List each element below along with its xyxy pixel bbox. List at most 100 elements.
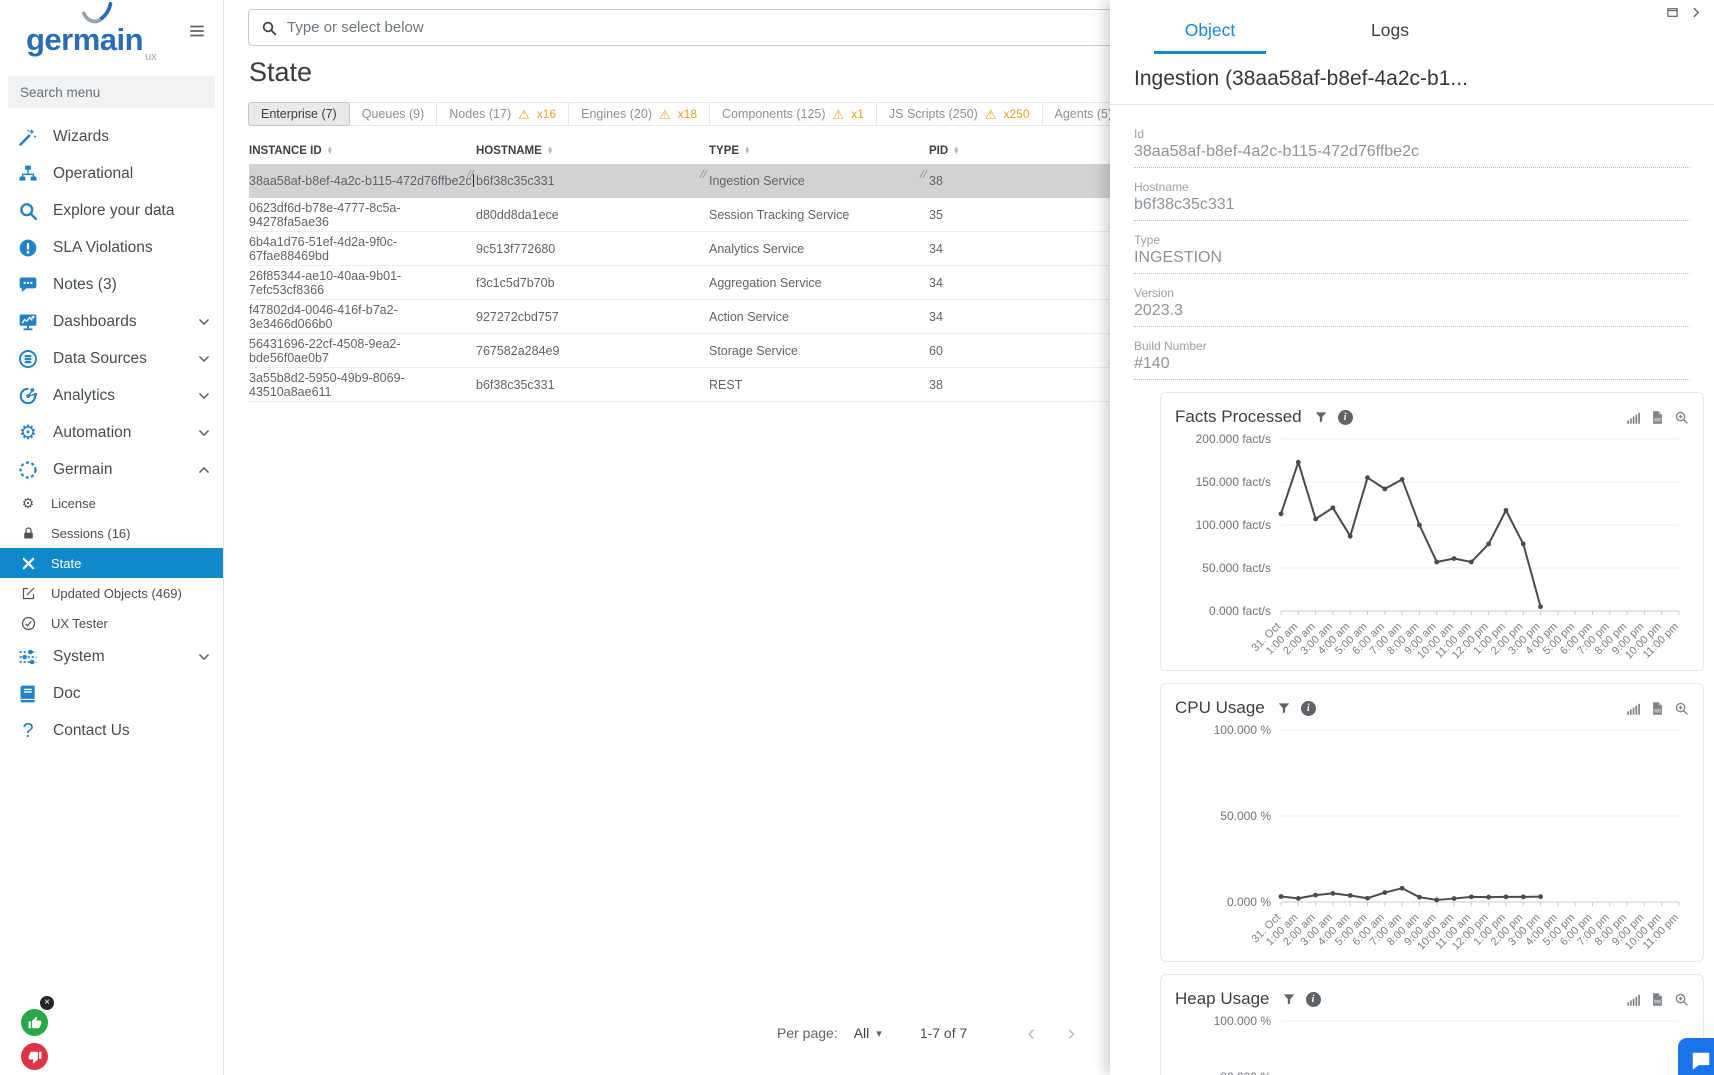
table-row[interactable]: f47802d4-0046-416f-b7a2-3e3466d066b09272… <box>249 300 1229 334</box>
csv-file-icon[interactable] <box>1650 992 1665 1007</box>
cell-type: REST <box>709 378 929 392</box>
alert-circle-icon <box>18 238 38 258</box>
tab-nodes-17[interactable]: Nodes (17)⚠x16 <box>436 102 569 126</box>
filter-icon[interactable] <box>1277 701 1291 715</box>
panel-tab-logs[interactable]: Logs <box>1334 12 1446 54</box>
prev-page-button[interactable]: ‹ <box>1011 1022 1051 1044</box>
feedback-close-icon[interactable]: × <box>40 996 54 1010</box>
filter-icon[interactable] <box>1314 410 1328 424</box>
sidebar-item-state[interactable]: State <box>0 548 223 578</box>
per-page-value: All <box>854 1025 870 1041</box>
sidebar-item-wizards[interactable]: Wizards <box>0 118 223 155</box>
sidebar-item-analytics[interactable]: Analytics <box>0 377 223 414</box>
sidebar-item-data-sources[interactable]: Data Sources <box>0 340 223 377</box>
field-id: Id38aa58af-b8ef-4a2c-b115-472d76ffbe2c <box>1134 127 1690 168</box>
next-page-button[interactable]: › <box>1051 1022 1091 1044</box>
sidebar-search-input[interactable] <box>8 76 215 108</box>
chart-card-facts-processed: Facts Processedi200.000 fact/s150.000 fa… <box>1160 392 1704 671</box>
info-icon[interactable]: i <box>1306 992 1321 1007</box>
tab-js-scripts-250[interactable]: JS Scripts (250)⚠x250 <box>876 102 1043 126</box>
sort-icon[interactable]: ▲▼ <box>953 147 959 156</box>
table-row[interactable]: 26f85344-ae10-40aa-9b01-7efc53cf8366f3c1… <box>249 266 1229 300</box>
bar-chart-icon[interactable] <box>1626 701 1641 716</box>
tools-icon <box>21 556 36 571</box>
panel-tabs: Object Logs <box>1110 0 1714 54</box>
tab-components-125[interactable]: Components (125)⚠x1 <box>709 102 877 126</box>
chart-actions <box>1626 701 1689 716</box>
tab-engines-20[interactable]: Engines (20)⚠x18 <box>568 102 710 126</box>
csv-file-icon[interactable] <box>1650 410 1665 425</box>
sidebar-item-notes-3[interactable]: Notes (3) <box>0 266 223 303</box>
table-row[interactable]: 0623df6d-b78e-4777-8c5a-94278fa5ae36d80d… <box>249 198 1229 232</box>
collapse-panel-icon[interactable] <box>1689 6 1702 19</box>
sort-icon[interactable]: ▲▼ <box>744 147 750 156</box>
panel-window-controls <box>1666 6 1702 19</box>
zoom-in-icon[interactable] <box>1674 992 1689 1007</box>
filter-icon[interactable] <box>1282 992 1296 1006</box>
chart-header: CPU Usagei <box>1175 696 1689 720</box>
chart-title: Heap Usage <box>1175 989 1270 1009</box>
warning-icon: ⚠ <box>659 108 671 121</box>
sidebar-item-contact-us[interactable]: ?Contact Us <box>0 712 223 749</box>
table-row[interactable]: 56431696-22cf-4508-9ea2-bde56f0ae0b77675… <box>249 334 1229 368</box>
chart-actions <box>1626 992 1689 1007</box>
tab-queues-9[interactable]: Queues (9) <box>349 102 438 126</box>
zoom-in-icon[interactable] <box>1674 410 1689 425</box>
panel-tab-object[interactable]: Object <box>1154 12 1266 54</box>
sidebar-item-label: Sessions (16) <box>51 526 130 541</box>
table-row[interactable]: 6b4a1d76-51ef-4d2a-9f0c-67fae88469bd9c51… <box>249 232 1229 266</box>
sidebar-item-explore-your-data[interactable]: Explore your data <box>0 192 223 229</box>
field-version: Version2023.3 <box>1134 286 1690 327</box>
bar-chart-icon[interactable] <box>1626 410 1641 425</box>
cell-hostname: d80dd8da1ece <box>476 208 709 222</box>
chevron-up-icon <box>197 463 211 477</box>
cell-hostname: 927272cbd757 <box>476 310 709 324</box>
cell-hostname: 9c513f772680 <box>476 242 709 256</box>
thumbs-up-button[interactable] <box>21 1009 48 1036</box>
cell-hostname: 767582a284e9 <box>476 344 709 358</box>
book-icon <box>18 684 38 704</box>
sidebar-item-sessions-16[interactable]: Sessions (16) <box>0 518 223 548</box>
sort-icon[interactable]: ▲▼ <box>547 147 553 156</box>
sidebar-item-label: License <box>51 496 96 511</box>
svg-text:150.000 fact/s: 150.000 fact/s <box>1196 475 1271 489</box>
column-resize-handle-icon[interactable] <box>699 169 708 181</box>
sidebar-item-updated-objects-469[interactable]: Updated Objects (469) <box>0 578 223 608</box>
hamburger-menu-icon[interactable] <box>187 22 207 40</box>
chat-launcher-button[interactable] <box>1678 1038 1714 1075</box>
comment-icon <box>18 275 38 295</box>
sidebar-item-operational[interactable]: Operational <box>0 155 223 192</box>
column-header-hostname[interactable]: HOSTNAME▲▼ <box>476 145 709 157</box>
sidebar-item-ux-tester[interactable]: UX Tester <box>0 608 223 638</box>
field-label: Id <box>1134 127 1690 141</box>
column-resize-handle-icon[interactable] <box>466 169 475 181</box>
column-header-type[interactable]: TYPE▲▼ <box>709 145 929 157</box>
info-icon[interactable]: i <box>1338 410 1353 425</box>
zoom-in-icon[interactable] <box>1674 701 1689 716</box>
column-resize-handle-icon[interactable] <box>919 169 928 181</box>
sidebar-item-system[interactable]: System <box>0 638 223 675</box>
sidebar-item-license[interactable]: ⚙License <box>0 488 223 518</box>
sidebar-item-germain[interactable]: Germain <box>0 451 223 488</box>
window-icon[interactable] <box>1666 6 1679 19</box>
tab-label: Queues (9) <box>362 107 425 121</box>
info-icon[interactable]: i <box>1301 701 1316 716</box>
chart-card-heap-usage: Heap Usagei100.000 %80.000 % <box>1160 974 1704 1075</box>
per-page-select[interactable]: All ▾ <box>854 1025 882 1041</box>
csv-file-icon[interactable] <box>1650 701 1665 716</box>
chevron-down-icon <box>197 389 211 403</box>
table-row[interactable]: 3a55b8d2-5950-49b9-8069-43510a8ae611b6f3… <box>249 368 1229 402</box>
thumbs-down-button[interactable] <box>21 1043 48 1070</box>
sidebar-item-sla-violations[interactable]: SLA Violations <box>0 229 223 266</box>
tab-enterprise-7[interactable]: Enterprise (7) <box>248 102 350 126</box>
dropdown-arrow-icon: ▾ <box>876 1027 882 1040</box>
search-icon <box>261 20 277 36</box>
page-range: 1-7 of 7 <box>920 1025 967 1041</box>
sidebar-item-doc[interactable]: Doc <box>0 675 223 712</box>
sidebar-item-dashboards[interactable]: Dashboards <box>0 303 223 340</box>
bar-chart-icon[interactable] <box>1626 992 1641 1007</box>
sidebar-item-automation[interactable]: ⚙Automation <box>0 414 223 451</box>
column-header-instance-id[interactable]: INSTANCE ID▲▼ <box>249 145 476 157</box>
sort-icon[interactable]: ▲▼ <box>327 147 333 156</box>
table-row[interactable]: 38aa58af-b8ef-4a2c-b115-472d76ffbe2cb6f3… <box>249 164 1229 198</box>
